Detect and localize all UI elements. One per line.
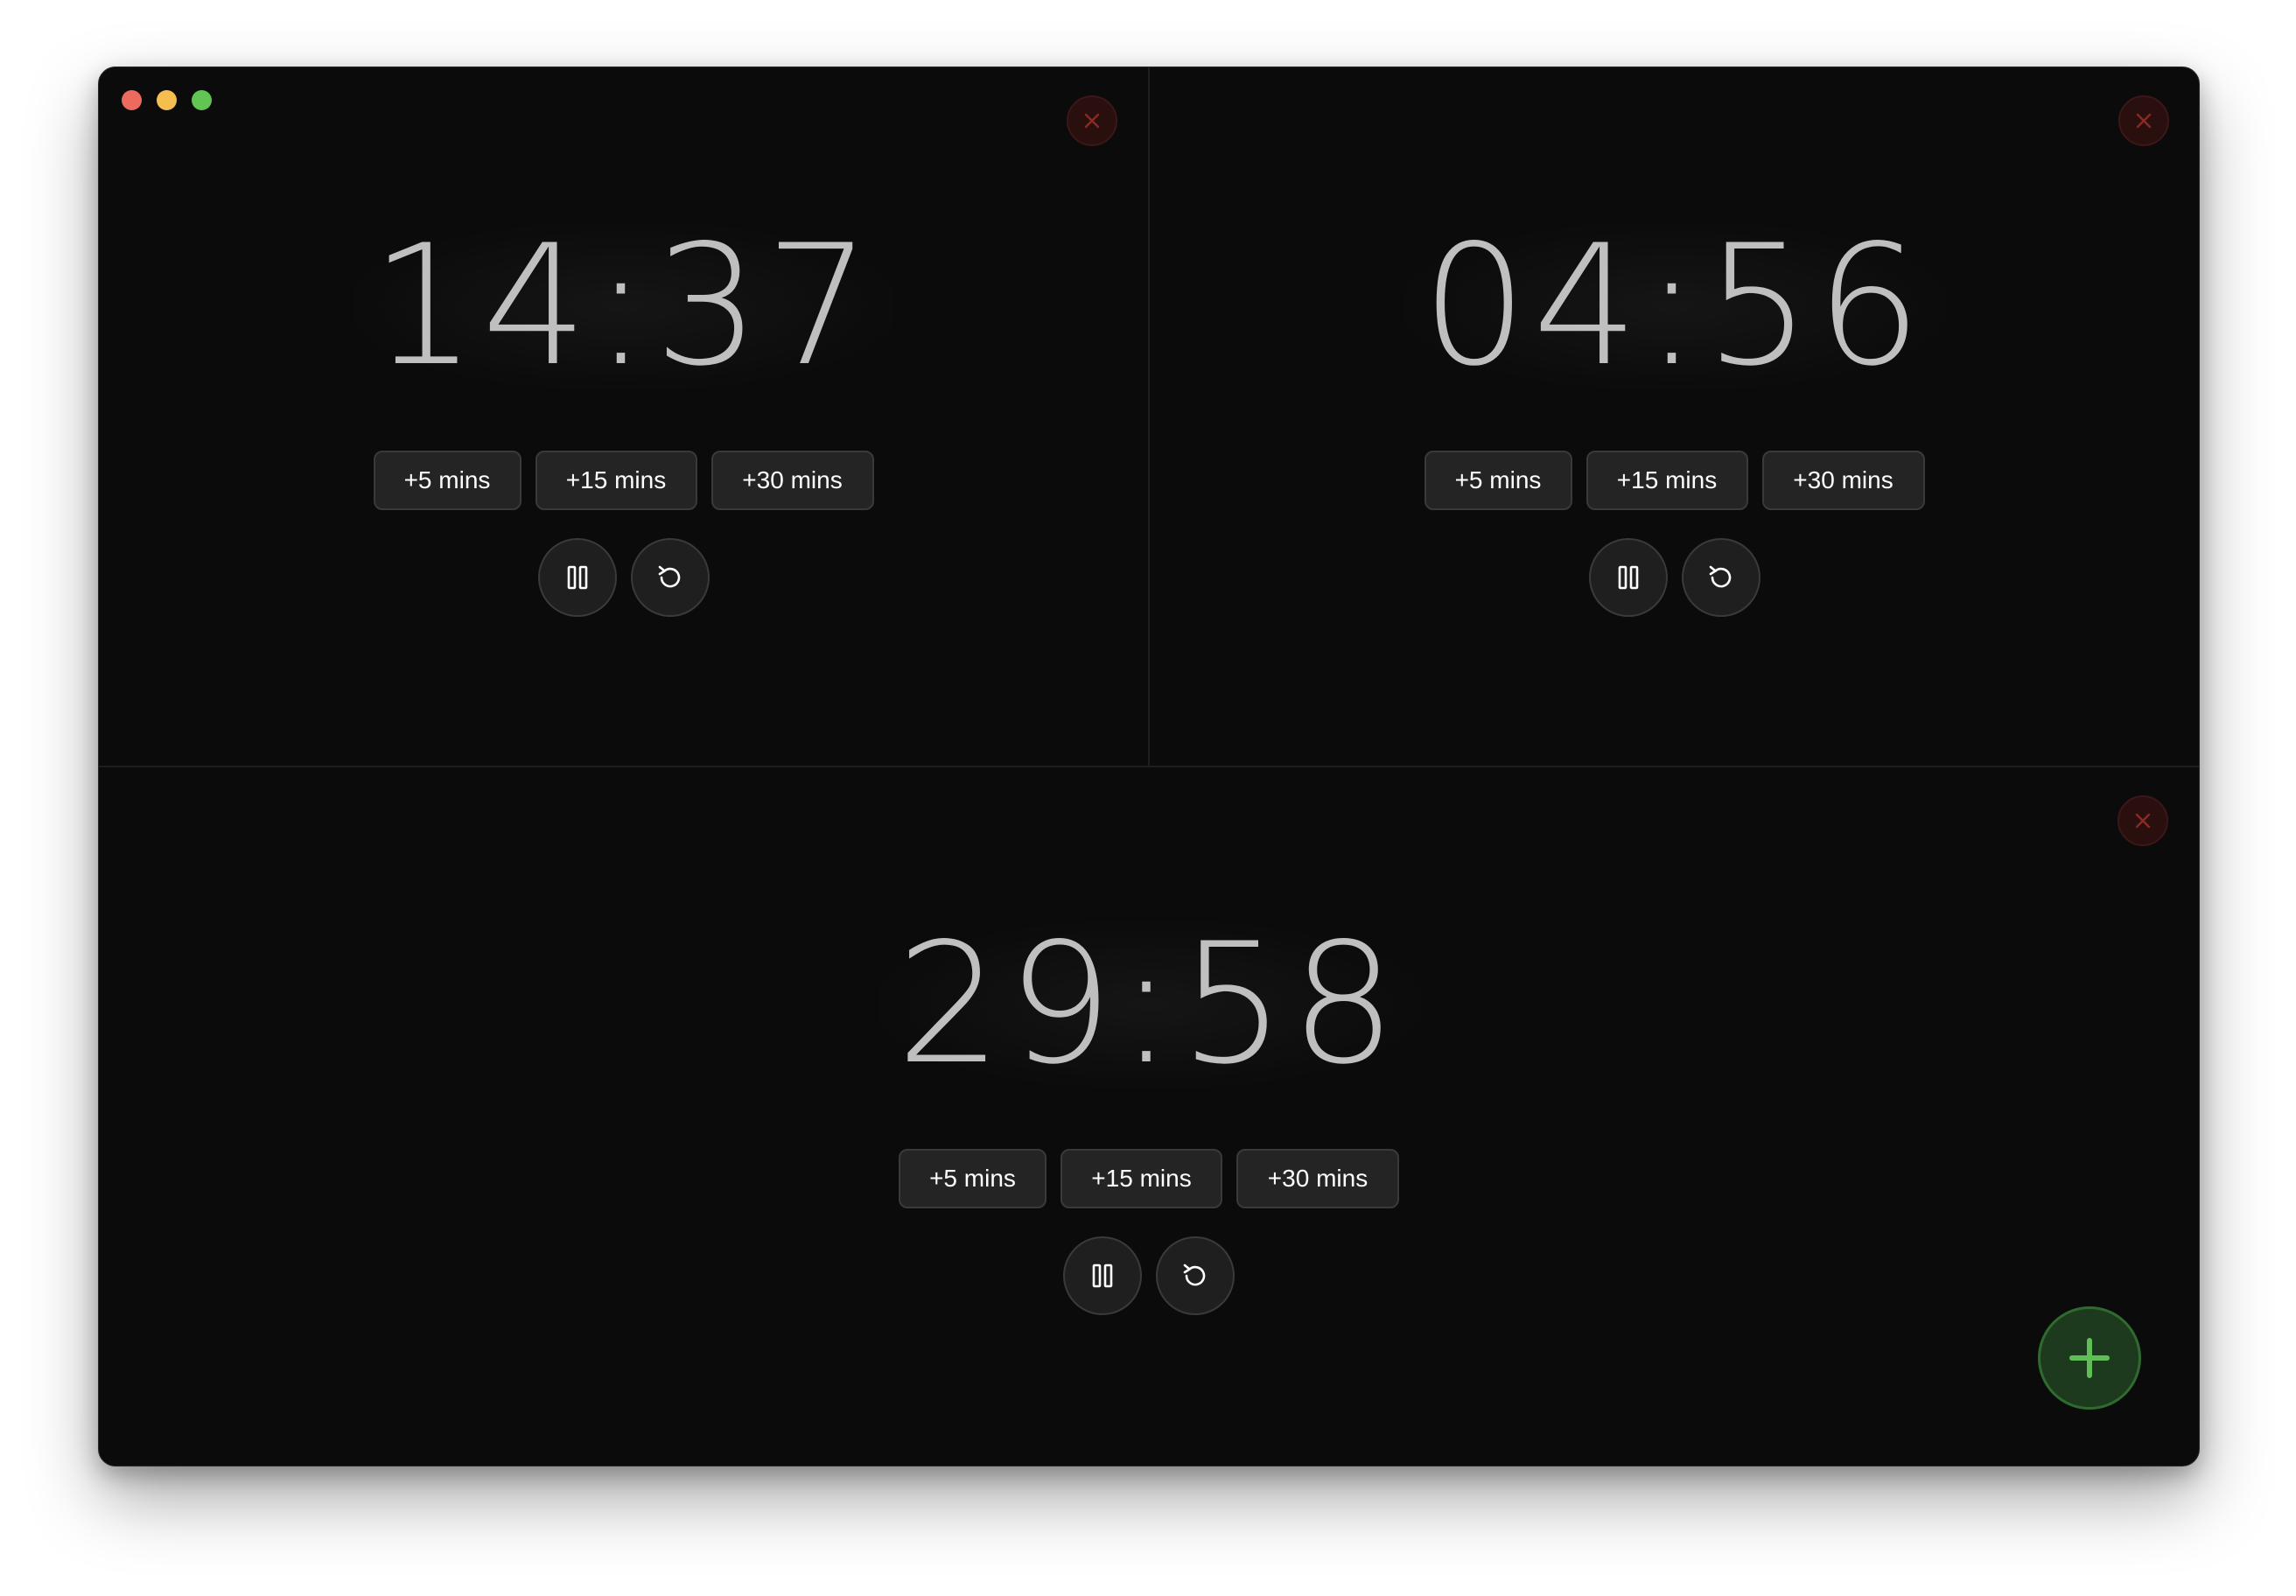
add-time-buttons: +5 mins +15 mins +30 mins — [373, 451, 874, 510]
top-timer-row: 14:37 +5 mins +15 mins +30 mins 04:56 +5… — [99, 67, 2199, 767]
add-15-mins-button[interactable]: +15 mins — [1060, 1149, 1222, 1208]
add-30-mins-button[interactable]: +30 mins — [1236, 1149, 1399, 1208]
timer-controls — [537, 538, 710, 617]
minimize-window-button[interactable] — [157, 90, 177, 110]
add-time-buttons: +5 mins +15 mins +30 mins — [899, 1149, 1399, 1208]
timer-controls — [1063, 1236, 1235, 1315]
timer-pane: 14:37 +5 mins +15 mins +30 mins — [99, 67, 1150, 766]
reset-button[interactable] — [630, 538, 710, 617]
pause-button[interactable] — [1063, 1236, 1142, 1315]
reset-icon — [1709, 565, 1731, 588]
add-30-mins-button[interactable]: +30 mins — [1761, 451, 1925, 510]
close-icon — [1084, 113, 1100, 129]
remove-timer-button[interactable] — [1067, 95, 1117, 146]
add-5-mins-button[interactable]: +5 mins — [1424, 451, 1572, 510]
pause-button[interactable] — [537, 538, 617, 617]
close-icon — [2136, 113, 2152, 129]
window-controls — [122, 90, 212, 110]
add-5-mins-button[interactable]: +5 mins — [373, 451, 522, 510]
add-15-mins-button[interactable]: +15 mins — [535, 451, 697, 510]
app-window: 14:37 +5 mins +15 mins +30 mins 04:56 +5… — [98, 66, 2200, 1466]
plus-icon — [2069, 1338, 2110, 1378]
add-5-mins-button[interactable]: +5 mins — [899, 1149, 1046, 1208]
timer-display: 04:56 — [1404, 223, 1945, 389]
pause-button[interactable] — [1588, 538, 1668, 617]
timer-pane: 29:58 +5 mins +15 mins +30 mins — [99, 767, 2199, 1466]
timer-block: 14:37 +5 mins +15 mins +30 mins — [99, 223, 1148, 617]
zoom-window-button[interactable] — [192, 90, 212, 110]
add-time-buttons: +5 mins +15 mins +30 mins — [1424, 451, 1925, 510]
timer-display: 14:37 — [353, 223, 894, 389]
add-30-mins-button[interactable]: +30 mins — [710, 451, 874, 510]
reset-icon — [658, 565, 680, 588]
pause-icon — [567, 565, 587, 590]
close-icon — [2135, 813, 2151, 829]
pause-icon — [1092, 1264, 1113, 1288]
pause-icon — [1618, 565, 1638, 590]
add-timer-button[interactable] — [2038, 1306, 2141, 1410]
reset-button[interactable] — [1681, 538, 1760, 617]
remove-timer-button[interactable] — [2118, 795, 2168, 846]
reset-button[interactable] — [1156, 1236, 1235, 1315]
timer-block: 04:56 +5 mins +15 mins +30 mins — [1150, 223, 2199, 617]
close-window-button[interactable] — [122, 90, 142, 110]
timer-block: 29:58 +5 mins +15 mins +30 mins — [99, 921, 2199, 1315]
timer-controls — [1588, 538, 1760, 617]
reset-icon — [1183, 1264, 1206, 1286]
timer-display: 29:58 — [878, 921, 1419, 1088]
add-15-mins-button[interactable]: +15 mins — [1586, 451, 1748, 510]
timer-pane: 04:56 +5 mins +15 mins +30 mins — [1150, 67, 2199, 766]
remove-timer-button[interactable] — [2118, 95, 2169, 146]
